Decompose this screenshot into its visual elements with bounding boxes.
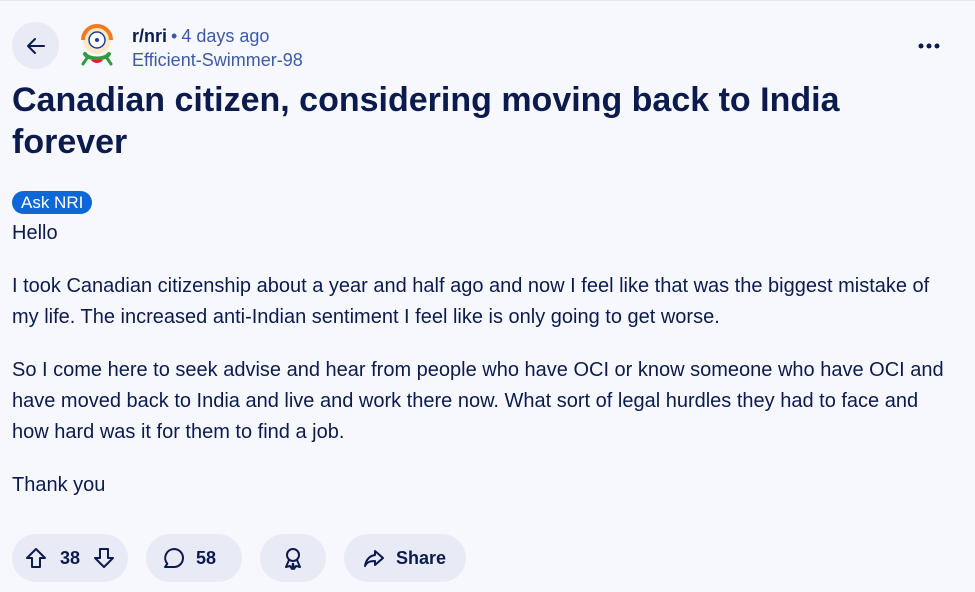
post-body: Hello I took Canadian citizenship about … (12, 218, 947, 523)
more-options-icon (918, 43, 940, 49)
author-link[interactable]: Efficient-Swimmer-98 (132, 48, 303, 72)
upvote-icon (26, 548, 46, 568)
post-flair[interactable]: Ask NRI (12, 191, 93, 214)
vote-bar: 38 (12, 534, 128, 582)
award-icon (285, 548, 301, 570)
body-paragraph: Thank you (12, 474, 106, 496)
share-button[interactable]: Share (344, 534, 466, 582)
back-arrow-icon (26, 37, 45, 54)
top-divider (0, 0, 975, 1)
more-options-button[interactable] (915, 34, 943, 58)
vote-score: 38 (59, 547, 81, 568)
post-meta: r/nri • 4 days ago Efficient-Swimmer-98 (132, 24, 303, 72)
post-time: 4 days ago (181, 26, 270, 46)
comments-button[interactable]: 58 (146, 534, 242, 582)
comment-count: 58 (196, 547, 217, 568)
comment-icon (164, 548, 184, 568)
post-title: Canadian citizen, considering moving bac… (12, 81, 840, 161)
share-label: Share (396, 547, 447, 568)
back-button[interactable] (12, 22, 59, 69)
body-paragraph: Hello (12, 222, 58, 244)
body-paragraph: I took Canadian citizenship about a year… (12, 275, 930, 328)
upvote-button[interactable] (24, 546, 48, 570)
body-paragraph: So I come here to seek advise and hear f… (12, 359, 944, 443)
downvote-button[interactable] (92, 546, 116, 570)
downvote-icon (94, 548, 114, 568)
post-actions: 38 58 Share (12, 534, 466, 582)
subreddit-avatar[interactable] (77, 24, 117, 68)
share-icon (364, 550, 384, 567)
award-button[interactable] (260, 534, 326, 582)
subreddit-link[interactable]: r/nri (132, 26, 167, 46)
meta-separator: • (171, 26, 178, 46)
